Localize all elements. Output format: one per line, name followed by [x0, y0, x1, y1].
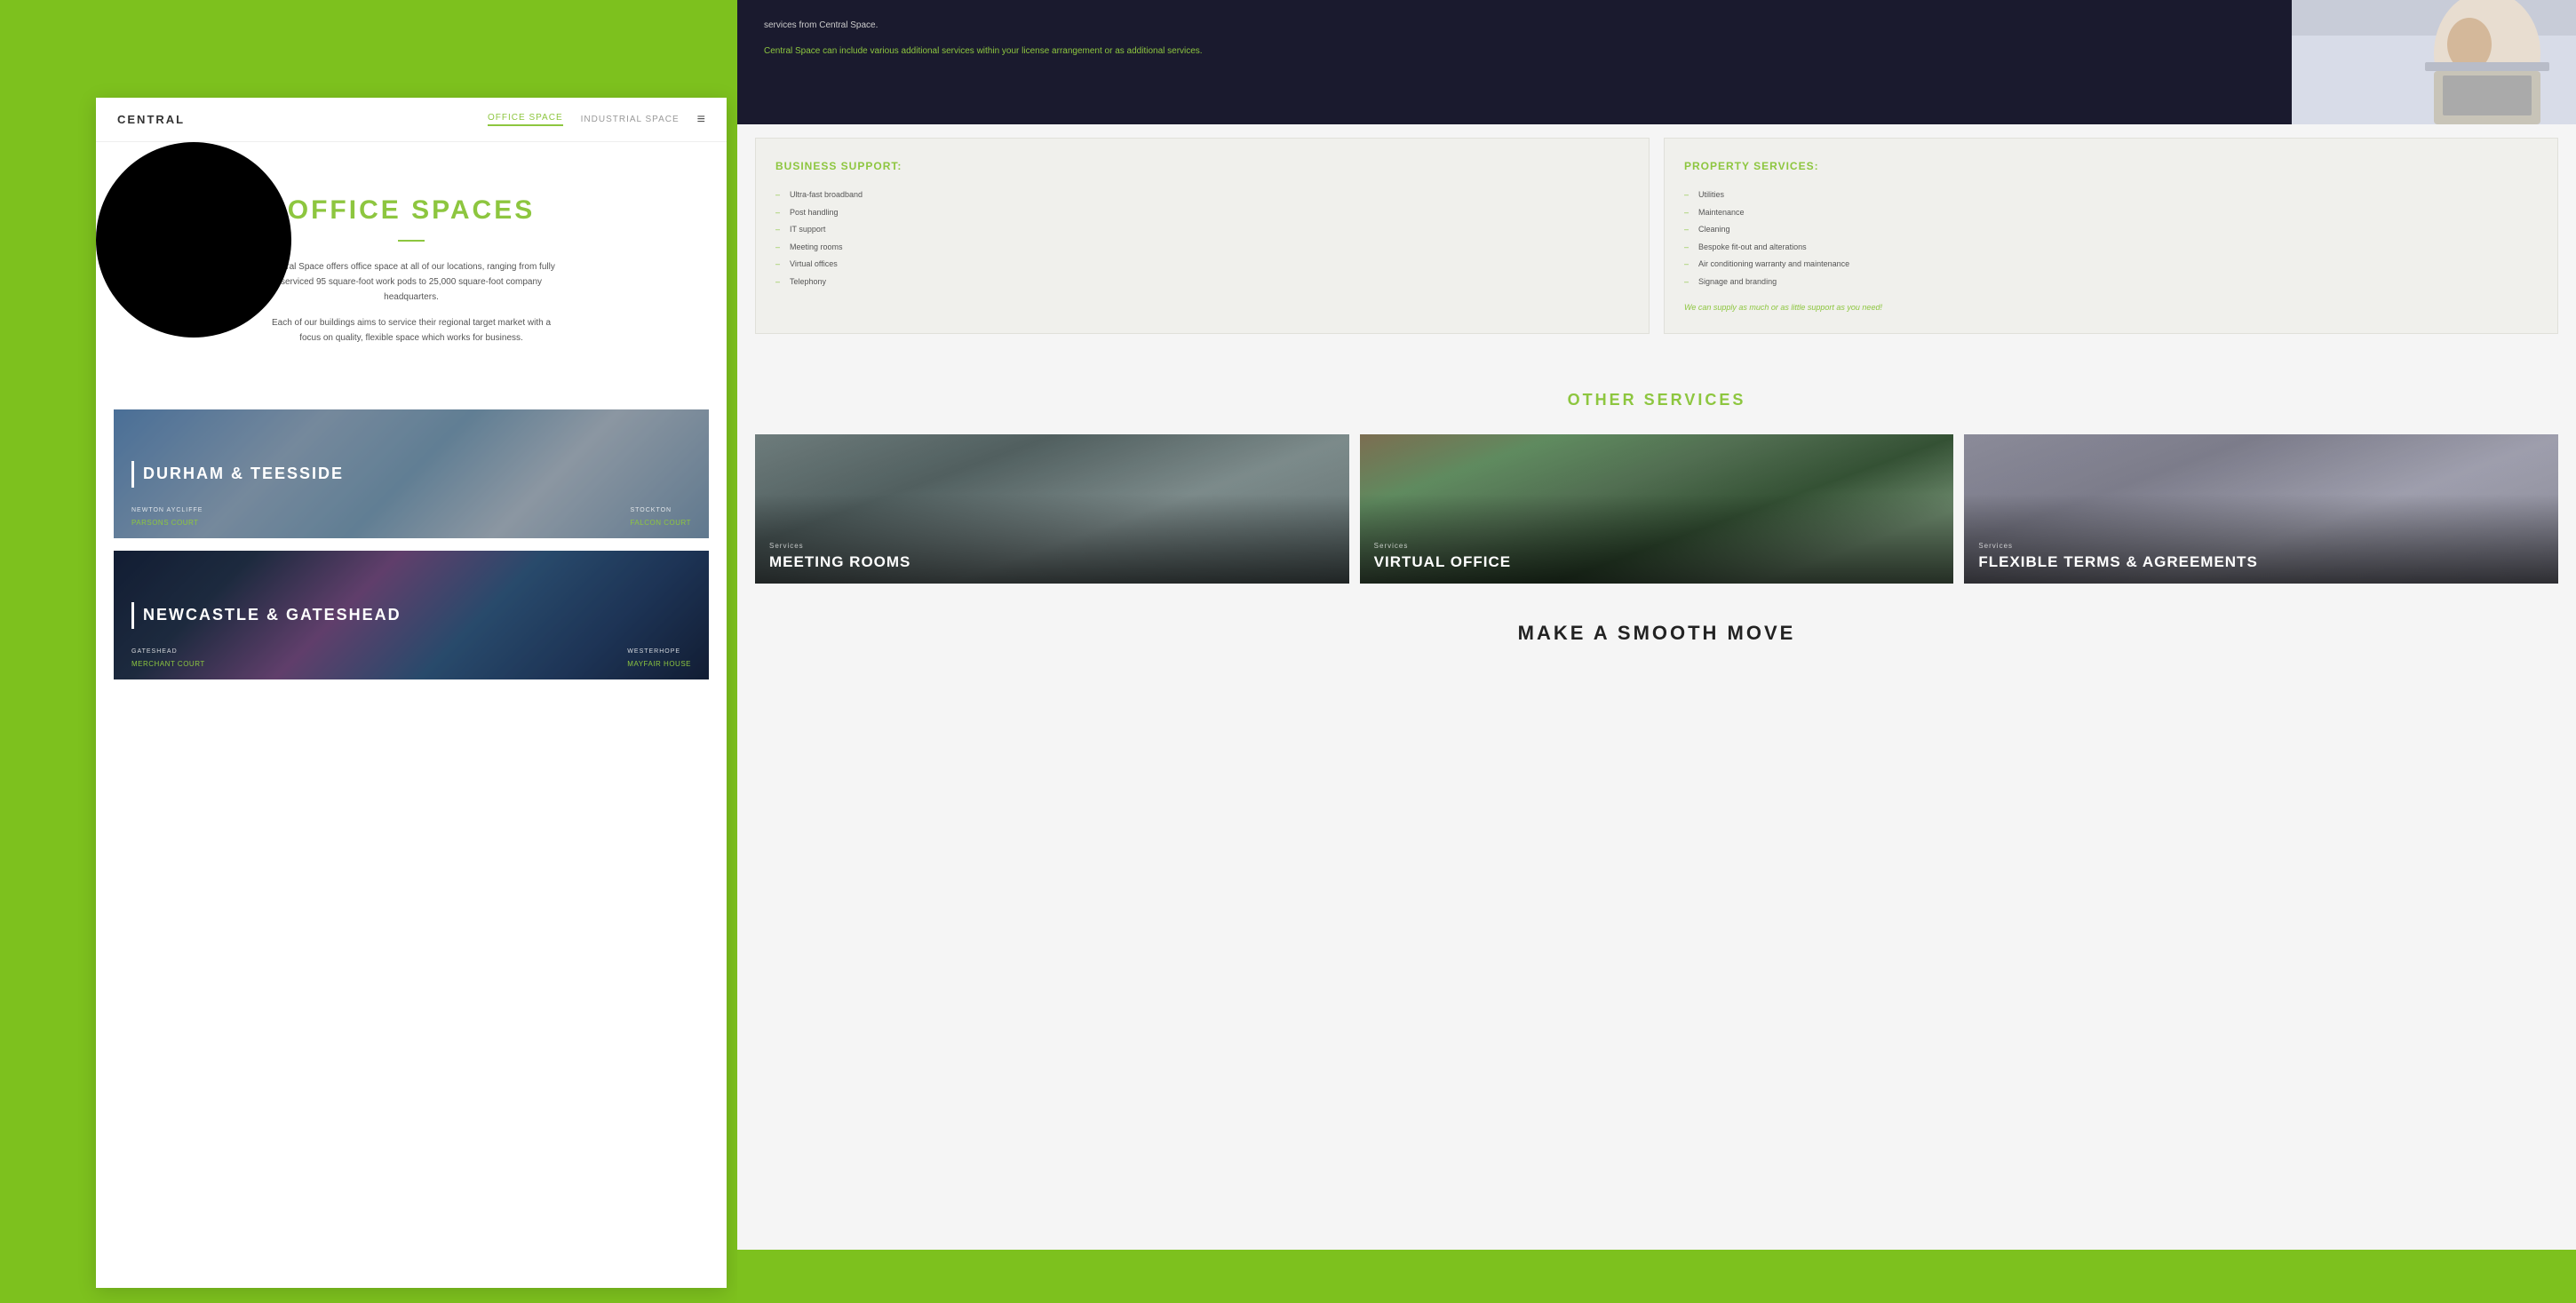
newcastle-sub-left: GATESHEAD MERCHANT COURT	[131, 648, 205, 671]
flexible-terms-label: Services FLEXIBLE TERMS & AGREEMENTS	[1978, 542, 2257, 571]
meeting-rooms-card[interactable]: Services MEETING ROOMS	[755, 434, 1349, 584]
top-image-text: services from Central Space. Central Spa…	[737, 0, 2292, 124]
list-item-it: IT support	[775, 221, 1629, 239]
durham-sub-left: NEWTON AYCLIFFE PARSONS COURT	[131, 507, 203, 529]
hero-paragraph2: Each of our buildings aims to service th…	[260, 315, 562, 346]
newcastle-sub-right: WESTERHOPE MAYFAIR HOUSE	[627, 648, 691, 671]
services-area: BUSINESS SUPPORT: Ultra-fast broadband P…	[755, 138, 2558, 334]
newcastle-bar	[131, 602, 134, 629]
virtual-office-name: VIRTUAL OFFICE	[1374, 553, 1511, 570]
nav-links: OFFICE SPACE INDUSTRIAL SPACE ≡	[488, 112, 705, 128]
list-item-cleaning: Cleaning	[1684, 221, 2538, 239]
smooth-move-title: MAKE A SMOOTH MOVE	[773, 622, 2540, 645]
falcon-court-link[interactable]: FALCON COURT	[630, 519, 691, 527]
top-text-p1: services from Central Space.	[764, 18, 2265, 33]
list-item-aircon: Air conditioning warranty and maintenanc…	[1684, 256, 2538, 274]
business-support-title: BUSINESS SUPPORT:	[775, 160, 1629, 172]
business-support-card: BUSINESS SUPPORT: Ultra-fast broadband P…	[755, 138, 1650, 334]
top-bar: CENTRAL OFFICE SPACE INDUSTRIAL SPACE ≡	[96, 98, 727, 142]
virtual-office-card[interactable]: Services VIRTUAL OFFICE	[1360, 434, 1954, 584]
business-support-list: Ultra-fast broadband Post handling IT su…	[775, 187, 1629, 290]
durham-sub-right: STOCKTON FALCON COURT	[630, 507, 691, 529]
list-item-maintenance: Maintenance	[1684, 204, 2538, 222]
westerhope-label: WESTERHOPE	[627, 648, 691, 655]
list-item-meeting: Meeting rooms	[775, 239, 1629, 257]
location-section: DURHAM & TEESSIDE NEWTON AYCLIFFE PARSON…	[96, 392, 727, 710]
property-services-note: We can supply as much or as little suppo…	[1684, 303, 2538, 312]
parsons-court-link[interactable]: PARSONS COURT	[131, 519, 199, 527]
hero-paragraph1: Central Space offers office space at all…	[260, 259, 562, 305]
flexible-terms-tag: Services	[1978, 542, 2257, 550]
durham-bar	[131, 461, 134, 488]
bottom-green-strip	[737, 1250, 2576, 1303]
list-item-broadband: Ultra-fast broadband	[775, 187, 1629, 204]
durham-title: DURHAM & TEESSIDE	[143, 465, 344, 483]
flexible-terms-name: FLEXIBLE TERMS & AGREEMENTS	[1978, 553, 2257, 570]
flexible-terms-card[interactable]: Services FLEXIBLE TERMS & AGREEMENTS	[1964, 434, 2558, 584]
location-card-newcastle[interactable]: NEWCASTLE & GATESHEAD GATESHEAD MERCHANT…	[114, 551, 709, 679]
menu-icon[interactable]: ≡	[697, 112, 705, 128]
merchant-court-link[interactable]: MERCHANT COURT	[131, 660, 205, 668]
durham-sub-labels: NEWTON AYCLIFFE PARSONS COURT STOCKTON F…	[114, 507, 709, 529]
top-image-section: services from Central Space. Central Spa…	[737, 0, 2576, 124]
top-text-highlight: Central Space can include various additi…	[764, 46, 1203, 56]
property-services-title: PROPERTY SERVICES:	[1684, 160, 2538, 172]
top-photo	[2292, 0, 2576, 124]
list-item-virtual: Virtual offices	[775, 256, 1629, 274]
newcastle-title: NEWCASTLE & GATESHEAD	[143, 606, 402, 624]
stockton-label: STOCKTON	[630, 507, 691, 513]
other-services-section: OTHER SERVICES Services MEETING ROOMS Se…	[755, 391, 2558, 584]
list-item-telephony: Telephony	[775, 274, 1629, 291]
newton-aycliffe-label: NEWTON AYCLIFFE	[131, 507, 203, 513]
meeting-rooms-label: Services MEETING ROOMS	[769, 542, 910, 571]
smooth-move-section: MAKE A SMOOTH MOVE	[737, 586, 2576, 680]
location-card-durham[interactable]: DURHAM & TEESSIDE NEWTON AYCLIFFE PARSON…	[114, 409, 709, 538]
service-image-cards: Services MEETING ROOMS Services VIRTUAL …	[755, 434, 2558, 584]
circles-decoration	[96, 142, 291, 338]
property-services-card: PROPERTY SERVICES: Utilities Maintenance…	[1664, 138, 2558, 334]
gateshead-label: GATESHEAD	[131, 648, 205, 655]
virtual-office-tag: Services	[1374, 542, 1511, 550]
top-text-p2: Central Space can include various additi…	[764, 44, 2265, 59]
newcastle-sub-labels: GATESHEAD MERCHANT COURT WESTERHOPE MAYF…	[114, 648, 709, 671]
property-services-list: Utilities Maintenance Cleaning Bespoke f…	[1684, 187, 2538, 290]
mayfair-house-link[interactable]: MAYFAIR HOUSE	[627, 660, 691, 668]
hero-divider	[398, 240, 425, 242]
list-item-utilities: Utilities	[1684, 187, 2538, 204]
logo: CENTRAL	[117, 113, 185, 126]
meeting-rooms-tag: Services	[769, 542, 910, 550]
list-item-bespoke: Bespoke fit-out and alterations	[1684, 239, 2538, 257]
list-item-post: Post handling	[775, 204, 1629, 222]
other-services-title: OTHER SERVICES	[755, 391, 2558, 409]
nav-office-space[interactable]: OFFICE SPACE	[488, 113, 563, 126]
list-item-signage: Signage and branding	[1684, 274, 2538, 291]
right-panel: services from Central Space. Central Spa…	[737, 0, 2576, 1303]
nav-industrial-space[interactable]: INDUSTRIAL SPACE	[581, 115, 680, 124]
meeting-rooms-name: MEETING ROOMS	[769, 553, 910, 570]
virtual-office-label: Services VIRTUAL OFFICE	[1374, 542, 1511, 571]
